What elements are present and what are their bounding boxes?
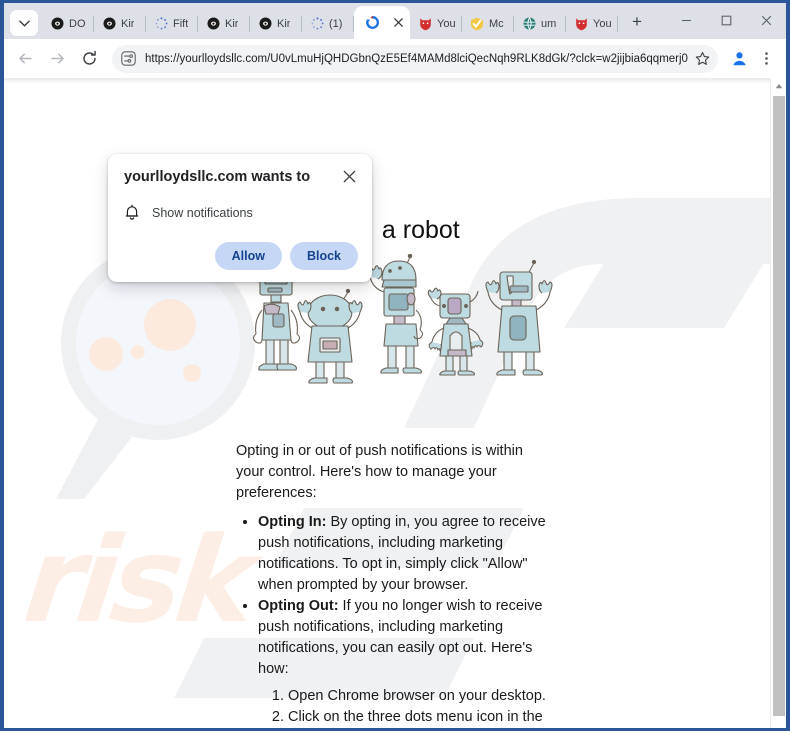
bookmark-star-icon[interactable]: [692, 49, 712, 69]
close-button[interactable]: [746, 7, 786, 33]
dialog-header: yourlloydsllc.com wants to: [124, 168, 358, 186]
minimize-button[interactable]: [666, 7, 706, 33]
globe-icon: [521, 16, 537, 32]
loading-spinner-icon: [309, 16, 325, 32]
browser-window: DO Kir Fift Kir Kir (1) You Mc um You + …: [0, 0, 790, 731]
tab-6-active[interactable]: [354, 6, 410, 39]
dark-circle-icon: [101, 16, 117, 32]
close-icon: [343, 170, 355, 182]
page-settings-icon[interactable]: [121, 50, 137, 67]
permission-label: Show notifications: [152, 206, 253, 220]
url-text[interactable]: https://yourlloydsllc.com/U0vLmuHjQHDGbn…: [145, 51, 688, 67]
page-scrollbar[interactable]: [770, 78, 786, 728]
forward-button[interactable]: [42, 44, 72, 74]
tab-title: Mc: [489, 17, 504, 30]
person-icon: [732, 52, 746, 66]
yellow-check-icon: [469, 16, 485, 32]
bell-icon: [124, 204, 142, 222]
allow-button[interactable]: Allow: [214, 242, 282, 270]
tab-9[interactable]: um: [514, 8, 566, 39]
dark-circle-icon: [205, 16, 221, 32]
scroll-arrow-up-icon[interactable]: [771, 78, 786, 94]
new-tab-button[interactable]: +: [624, 9, 650, 35]
block-button[interactable]: Block: [289, 242, 358, 270]
tab-8[interactable]: Mc: [462, 8, 514, 39]
dark-circle-icon: [49, 16, 65, 32]
profile-avatar-button[interactable]: [726, 46, 752, 72]
options-list: Opting In: By opting in, you agree to re…: [258, 512, 546, 680]
arrow-left-icon: [18, 53, 32, 64]
tab-title: You: [593, 17, 612, 30]
permission-row: Show notifications: [124, 204, 358, 222]
tab-7[interactable]: You: [410, 8, 462, 39]
tab-4[interactable]: Kir: [250, 8, 302, 39]
tab-10[interactable]: You: [566, 8, 618, 39]
back-button[interactable]: [10, 44, 40, 74]
notification-permission-dialog: yourlloydsllc.com wants to Show notifica…: [108, 154, 372, 282]
dialog-title: yourlloydsllc.com wants to: [124, 169, 311, 185]
bullet-lead: Opting In:: [258, 514, 327, 530]
browser-toolbar: https://yourlloydsllc.com/U0vLmuHjQHDGbn…: [4, 39, 786, 78]
list-item: Opting Out: If you no longer wish to rec…: [258, 596, 546, 680]
tab-search-button[interactable]: [10, 10, 38, 36]
tab-list: DO Kir Fift Kir Kir (1) You Mc um You: [42, 3, 618, 39]
reload-icon: [82, 50, 96, 65]
list-item: Opting In: By opting in, you agree to re…: [258, 512, 546, 596]
tab-title: You: [437, 17, 456, 30]
reload-button[interactable]: [74, 44, 104, 74]
chrome-reload-icon: [364, 15, 380, 31]
chrome-menu-button[interactable]: [754, 46, 778, 72]
page-body: Opting in or out of push notifications i…: [236, 441, 546, 728]
tab-strip: DO Kir Fift Kir Kir (1) You Mc um You +: [4, 3, 786, 39]
red-shield-icon: [573, 16, 589, 32]
tab-separator: [617, 16, 618, 32]
tab-title: Kir: [277, 17, 291, 30]
tab-title: DO: [69, 17, 86, 30]
tab-3[interactable]: Kir: [198, 8, 250, 39]
dialog-actions: Allow Block: [124, 242, 358, 270]
scrollbar-thumb[interactable]: [773, 96, 785, 716]
tab-title: Kir: [225, 17, 239, 30]
arrow-right-icon: [50, 53, 64, 64]
tab-title: Kir: [121, 17, 135, 30]
address-bar[interactable]: https://yourlloydsllc.com/U0vLmuHjQHDGbn…: [112, 44, 718, 73]
tab-title: Fift: [173, 17, 189, 30]
chevron-down-icon: [18, 19, 30, 27]
steps-list: Open Chrome browser on your desktop. Cli…: [288, 686, 546, 728]
tab-close-button[interactable]: [390, 15, 406, 31]
three-dots-vertical-icon: [764, 52, 768, 65]
tab-title: (1): [329, 17, 343, 30]
red-shield-icon: [417, 16, 433, 32]
tab-0[interactable]: DO: [42, 8, 94, 39]
tab-title: um: [541, 17, 557, 30]
loading-spinner-icon: [153, 16, 169, 32]
list-item: Click on the three dots menu icon in the…: [288, 707, 546, 728]
tab-2[interactable]: Fift: [146, 8, 198, 39]
page-viewport: risk you are not a robot: [4, 78, 786, 728]
list-item: Open Chrome browser on your desktop.: [288, 686, 546, 707]
window-controls: [666, 3, 786, 39]
dialog-close-button[interactable]: [340, 167, 358, 185]
intro-paragraph: Opting in or out of push notifications i…: [236, 443, 523, 501]
tab-5[interactable]: (1): [302, 8, 354, 39]
dark-circle-icon: [257, 16, 273, 32]
tab-1[interactable]: Kir: [94, 8, 146, 39]
maximize-button[interactable]: [706, 7, 746, 33]
bullet-lead: Opting Out:: [258, 598, 339, 614]
